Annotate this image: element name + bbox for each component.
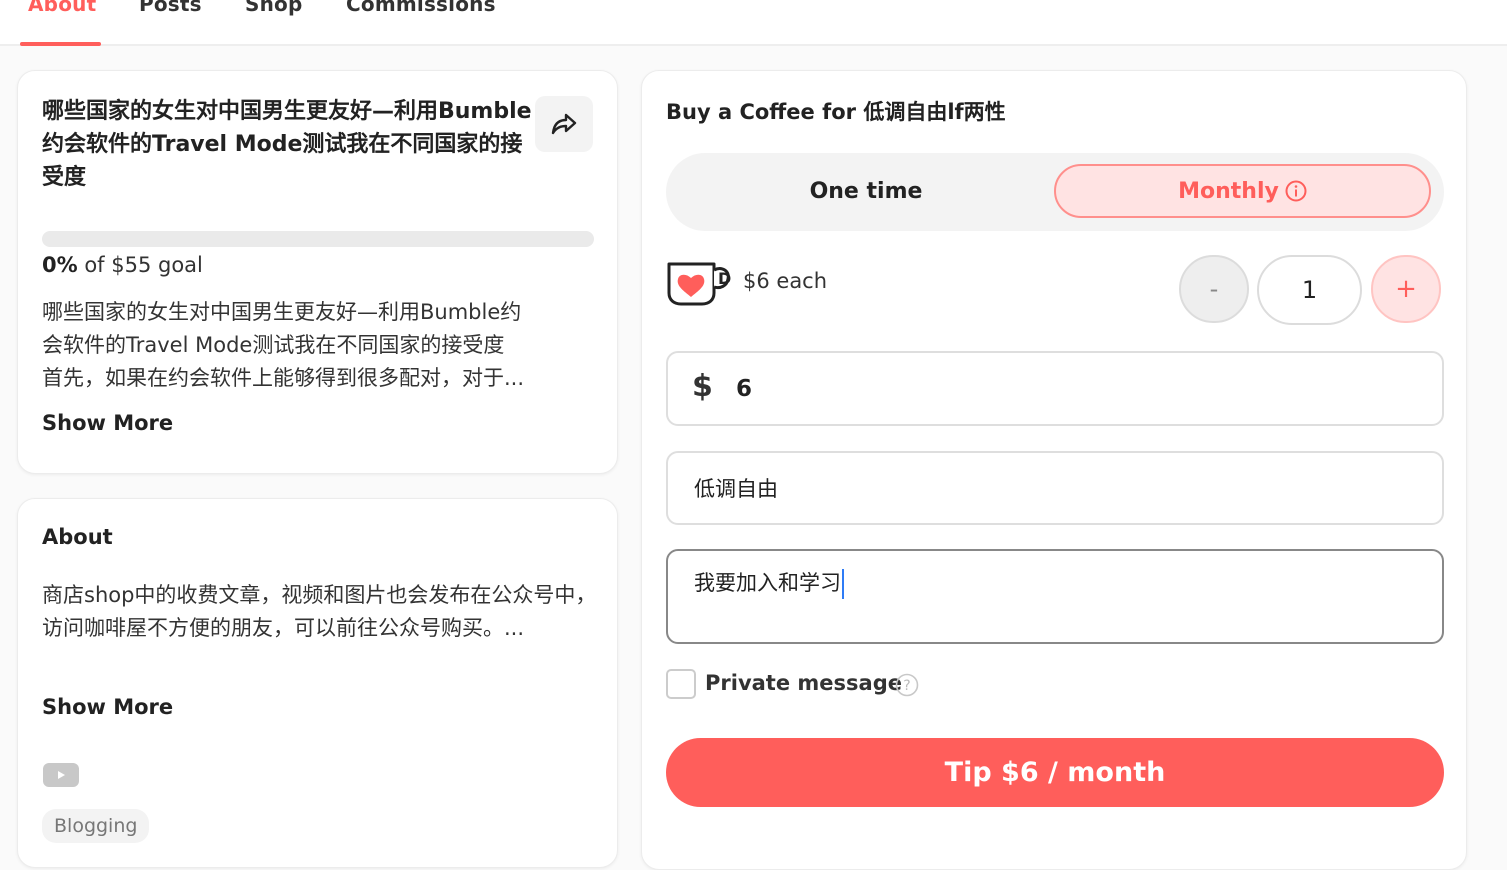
private-message-checkbox[interactable] <box>666 669 696 699</box>
coffee-cup-icon: D <box>667 262 731 306</box>
goal-progress-text: 0% of $55 goal <box>42 253 203 277</box>
svg-text:?: ? <box>903 678 910 694</box>
share-button[interactable] <box>535 96 593 152</box>
private-message-label[interactable]: Private message <box>705 671 902 695</box>
goal-show-more-button[interactable]: Show More <box>42 411 173 435</box>
about-show-more-button[interactable]: Show More <box>42 695 173 719</box>
message-value: 我要加入和学习 <box>694 571 841 595</box>
text-caret <box>842 569 844 599</box>
about-card: About 商店shop中的收费文章，视频和图片也会发布在公众号中，访问咖啡屋不… <box>17 498 618 868</box>
youtube-icon[interactable] <box>43 763 79 787</box>
info-icon[interactable] <box>1285 180 1307 202</box>
help-icon[interactable]: ? <box>895 673 919 697</box>
goal-description-line: 会软件的Travel Mode测试我在不同国家的接受度 <box>42 333 505 357</box>
quantity-input[interactable]: 1 <box>1257 255 1362 325</box>
goal-description-line: 哪些国家的女生对中国男生更友好—利用Bumble约 <box>42 300 522 324</box>
tip-submit-button[interactable]: Tip $6 / month <box>666 738 1444 807</box>
goal-description: 哪些国家的女生对中国男生更友好—利用Bumble约 会软件的Travel Mod… <box>42 296 597 395</box>
tab-shop[interactable]: Shop <box>245 0 303 16</box>
frequency-toggle: One time Monthly <box>666 153 1444 231</box>
goal-percent: 0% <box>42 253 78 277</box>
increase-quantity-button[interactable]: + <box>1371 255 1441 323</box>
goal-target: of $55 goal <box>77 253 203 277</box>
buy-coffee-card: Buy a Coffee for 低调自由lf两性 One time Month… <box>641 70 1467 870</box>
goal-title: 哪些国家的女生对中国男生更友好—利用Bumble约会软件的Travel Mode… <box>42 99 532 190</box>
goal-card: 哪些国家的女生对中国男生更友好—利用Bumble约会软件的Travel Mode… <box>17 70 618 474</box>
category-tag[interactable]: Blogging <box>42 809 150 843</box>
goal-progress-bar <box>42 231 594 247</box>
decrease-quantity-button[interactable]: - <box>1179 255 1249 323</box>
tab-commissions[interactable]: Commissions <box>346 0 496 16</box>
name-input[interactable]: 低调自由 <box>666 451 1444 525</box>
active-tab-indicator <box>20 42 101 46</box>
coffee-title: Buy a Coffee for 低调自由lf两性 <box>666 100 1006 124</box>
amount-value: 6 <box>736 376 753 402</box>
tab-about[interactable]: About <box>28 0 96 16</box>
tab-posts[interactable]: Posts <box>139 0 202 16</box>
about-text: 商店shop中的收费文章，视频和图片也会发布在公众号中，访问咖啡屋不方便的朋友，… <box>42 583 597 640</box>
share-icon <box>551 113 577 135</box>
one-time-button[interactable]: One time <box>678 164 1054 218</box>
monthly-button[interactable]: Monthly <box>1054 164 1431 218</box>
profile-tab-bar: About Posts Shop Commissions <box>0 0 1507 46</box>
about-heading: About <box>42 525 113 549</box>
goal-description-line: 首先，如果在约会软件上能够得到很多配对，对于... <box>42 366 525 390</box>
monthly-label: Monthly <box>1178 178 1279 204</box>
message-input[interactable]: 我要加入和学习 <box>666 549 1444 644</box>
currency-symbol: $ <box>692 369 713 404</box>
amount-input[interactable]: $ 6 <box>666 351 1444 426</box>
price-each: $6 each <box>743 269 828 293</box>
svg-text:D: D <box>718 269 731 288</box>
